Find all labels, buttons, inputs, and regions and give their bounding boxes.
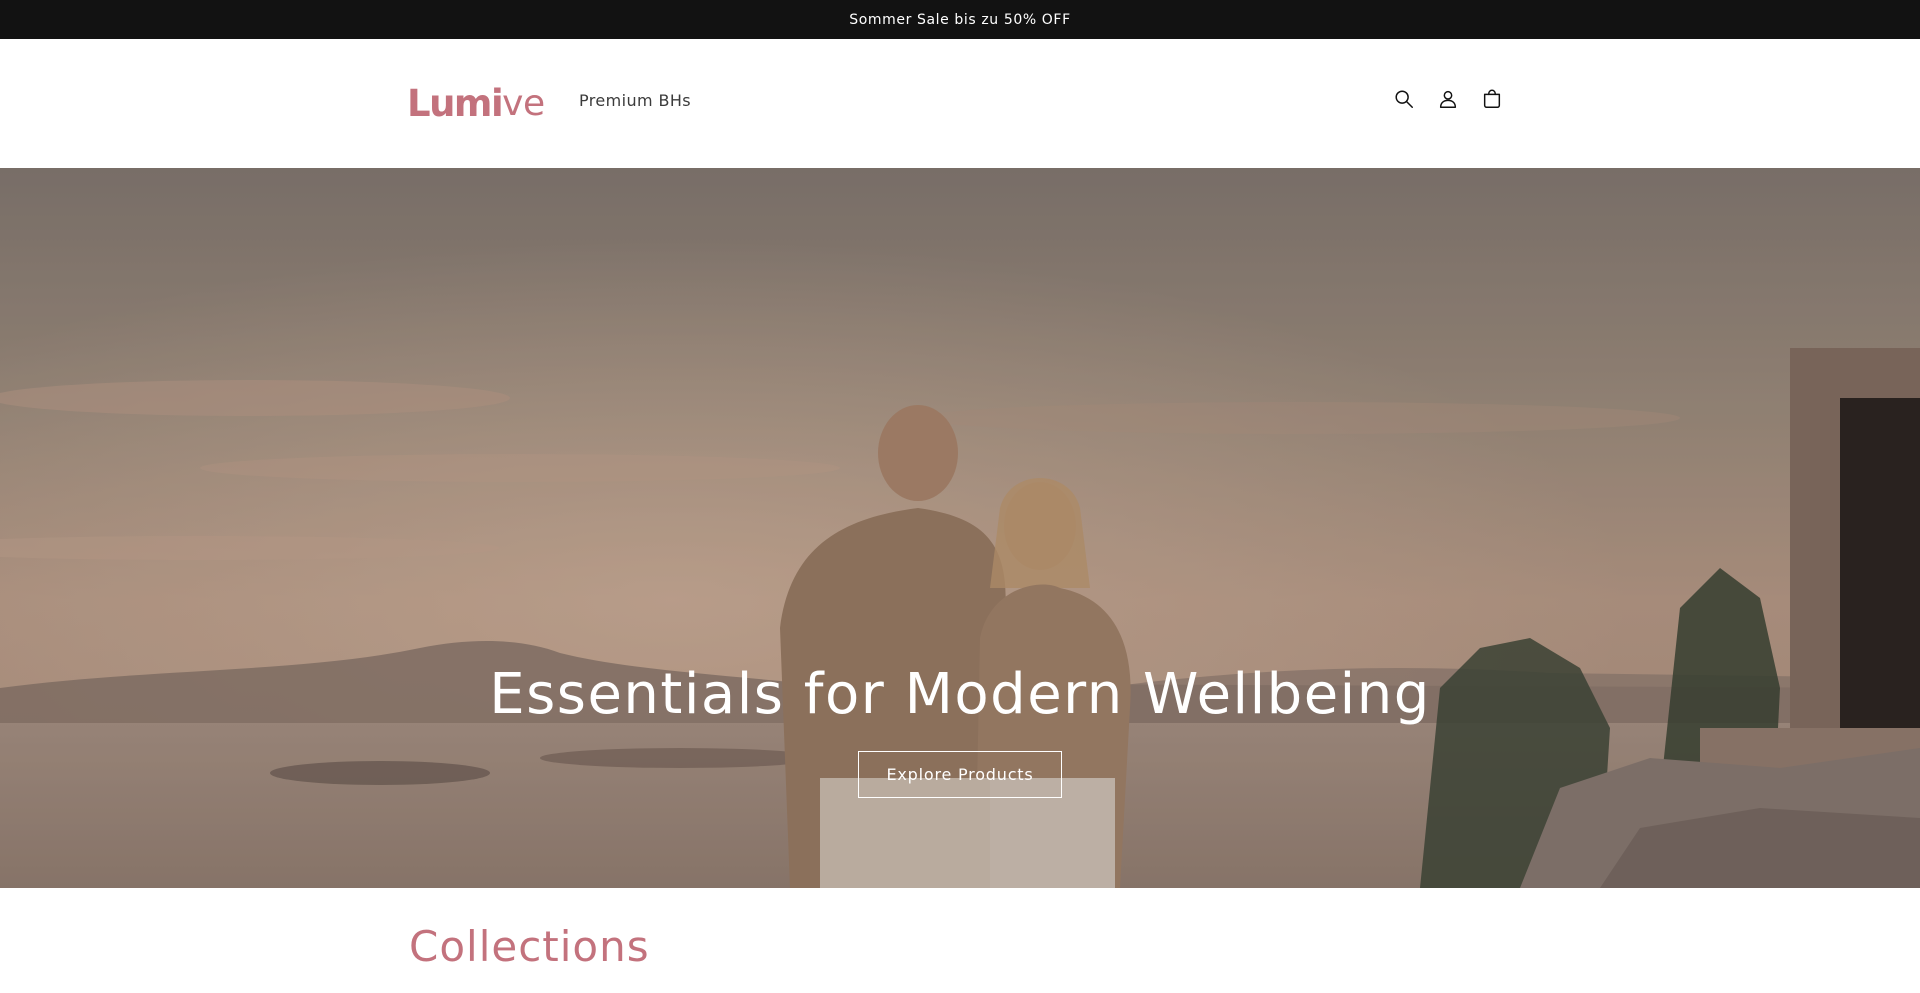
hero-banner: Essentials for Modern Wellbeing Explore … [0,168,1920,888]
cart-button[interactable] [1477,86,1507,116]
collections-heading: Collections [409,922,650,971]
account-button[interactable] [1433,86,1463,116]
search-icon [1393,88,1415,114]
nav-link-premium-bhs[interactable]: Premium BHs [579,91,691,110]
logo-text-light: ve [502,82,545,124]
account-icon [1437,88,1459,114]
cart-icon [1481,88,1503,114]
announcement-text: Sommer Sale bis zu 50% OFF [849,11,1071,28]
announcement-bar: Sommer Sale bis zu 50% OFF [0,0,1920,39]
site-header: Lumi ve Premium BHs [0,39,1920,168]
search-button[interactable] [1389,86,1419,116]
hero-heading: Essentials for Modern Wellbeing [489,662,1431,727]
explore-products-button[interactable]: Explore Products [858,751,1062,798]
brand-logo[interactable]: Lumi ve [407,75,545,131]
logo-text-strong: Lumi [407,81,504,125]
